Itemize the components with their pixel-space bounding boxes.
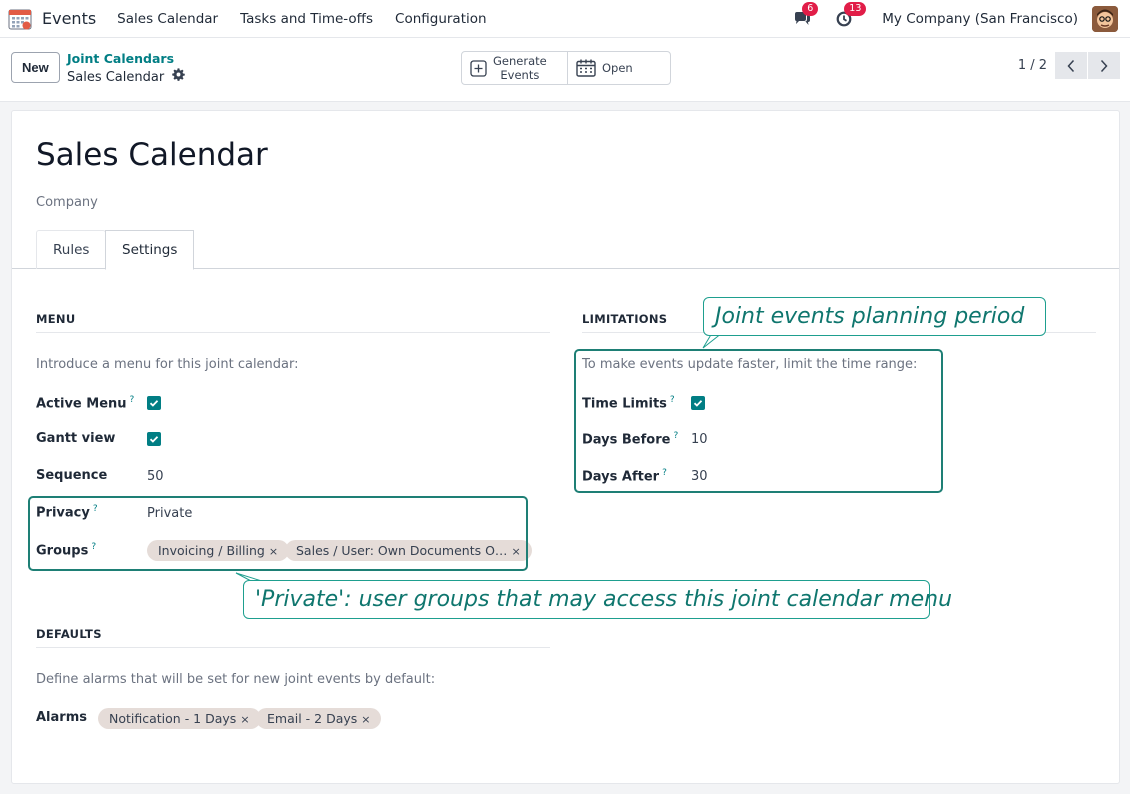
privacy-callout: 'Private': user groups that may access t… [243, 580, 952, 619]
limitations-callout: Joint events planning period [703, 297, 1046, 336]
annotation-pointers [235, 332, 723, 583]
